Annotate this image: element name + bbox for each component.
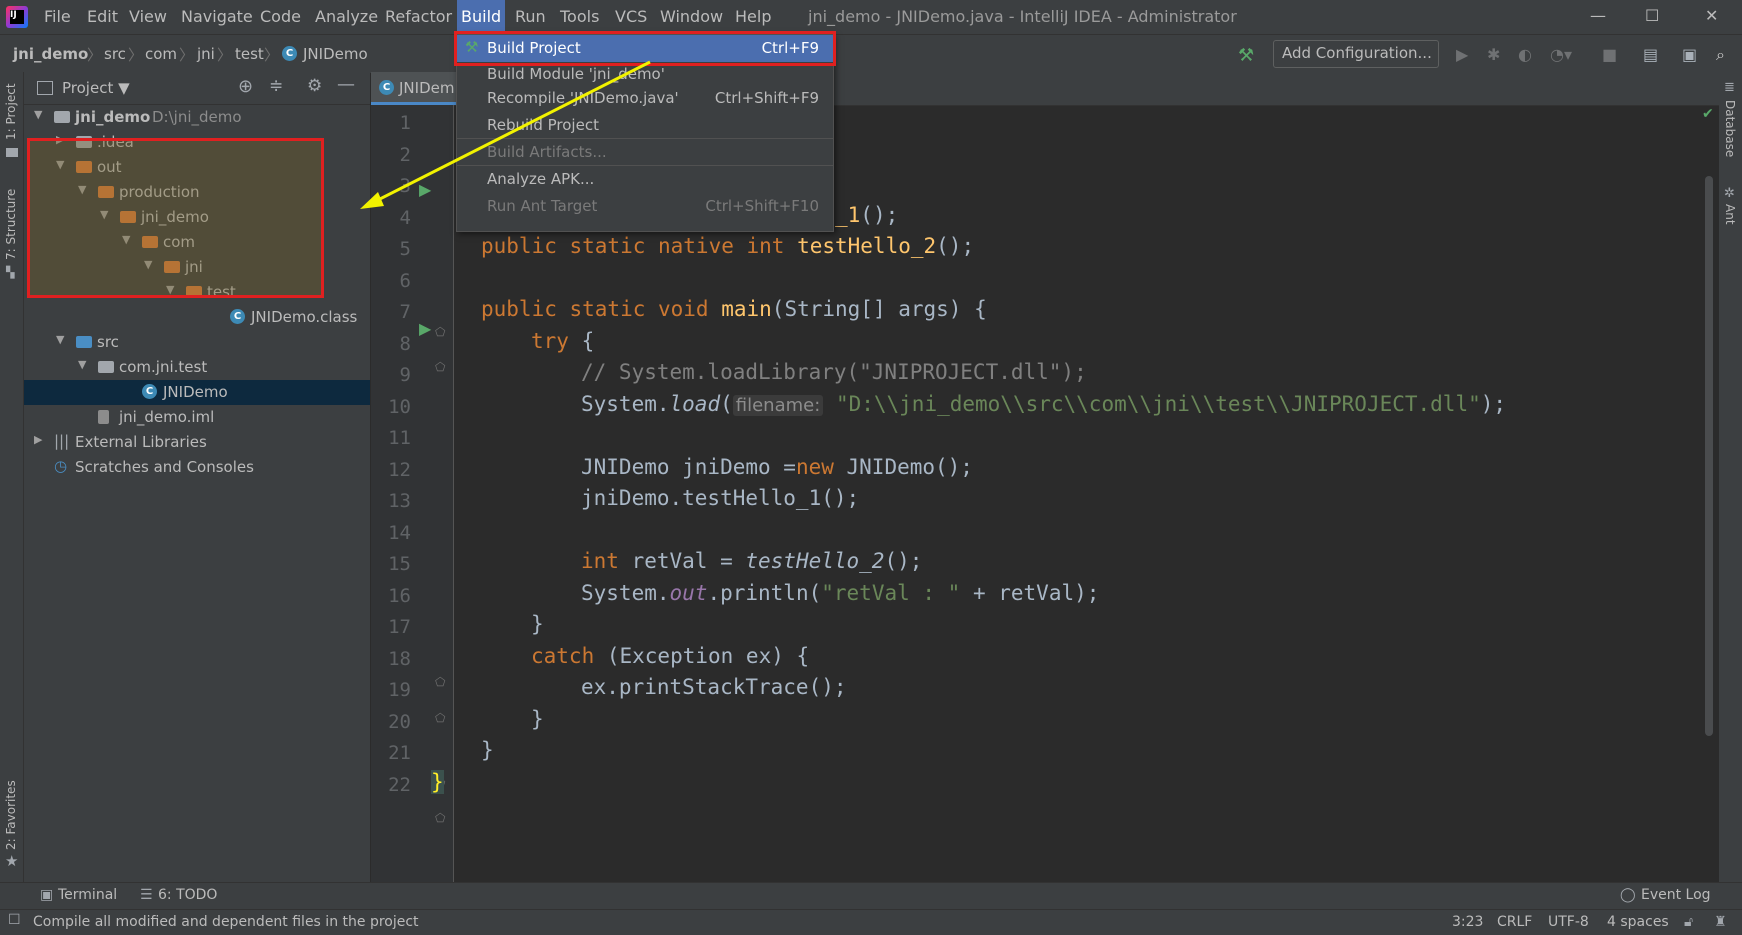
lock-icon[interactable]: 🔓︎ [1684,914,1693,930]
status-message: Compile all modified and dependent files… [33,914,419,930]
inspector-icon[interactable]: ♜ [1714,914,1727,930]
caret-position[interactable]: 3:23 [1452,914,1483,930]
terminal-tab[interactable]: Terminal [58,887,117,903]
annotation-arrow [360,60,651,209]
todo-icon: ☰ [140,887,153,903]
status-icon[interactable]: ☐ [8,912,21,928]
tool-window-bar: ▣ Terminal ☰ 6: TODO ◯ Event Log [0,882,1742,910]
file-encoding[interactable]: UTF-8 [1548,914,1589,930]
line-separator[interactable]: CRLF [1497,914,1532,930]
terminal-icon: ▣ [40,887,54,903]
event-log-icon: ◯ [1620,887,1636,903]
todo-tab[interactable]: 6: TODO [158,887,217,903]
event-log-tab[interactable]: Event Log [1641,887,1711,903]
status-bar: ☐ Compile all modified and dependent fil… [0,909,1742,935]
indent-setting[interactable]: 4 spaces [1607,914,1669,930]
